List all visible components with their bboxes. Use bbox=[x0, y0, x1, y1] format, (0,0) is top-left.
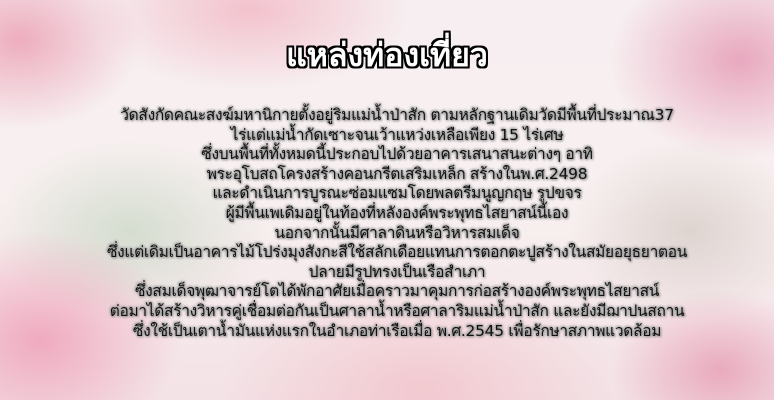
text-line: ผู้มีพื้นเพเดิมอยู่ในท้องที่หลังองค์พระพ… bbox=[225, 203, 569, 222]
text-line: ซึ่งสมเด็จพุฒาจารย์โตได้พักอาศัยเมื่อครา… bbox=[134, 282, 660, 301]
text-line: นอกจากนั้นมีศาลาดินหรือวิหารสมเด็จ bbox=[274, 223, 520, 242]
description-text: วัดสังกัดคณะสงฆ์มหานิกายตั้งอยู่ริมแม่น้… bbox=[60, 106, 734, 341]
text-line: ต่อมาได้สร้างวิหารคู่เชื่อมต่อกันเป็นศาล… bbox=[109, 301, 685, 320]
text-line: วัดสังกัดคณะสงฆ์มหานิกายตั้งอยู่ริมแม่น้… bbox=[120, 106, 674, 124]
text-line: และดำเนินการบูรณะซ่อมแซมโดยพลตรีมนูญกฤษ … bbox=[212, 184, 582, 203]
page-title: แหล่งท่องเที่ยว bbox=[286, 36, 488, 74]
text-line: ซึ่งแต่เดิมเป็นอาคารไม้โปร่งมุงสังกะสีใช… bbox=[106, 243, 688, 262]
text-line: ซึ่งบนพื้นที่ทั้งหมดนี้ประกอบไปด้วยอาคาร… bbox=[201, 145, 593, 164]
text-line: ปลายมีรูปทรงเป็นเรือสำเภา bbox=[308, 262, 486, 281]
text-line: ไร่แต่แม่น้ำกัดเซาะจนเว้าแหว่งเหลือเพียง… bbox=[230, 125, 564, 144]
text-line: พระอุโบสถโครงสร้างคอนกรีตเสริมเหล็ก สร้า… bbox=[206, 164, 588, 183]
text-line: ซึ่งใช้เป็นเตาน้ำมันแห่งแรกในอำเภอท่าเรื… bbox=[132, 321, 662, 340]
